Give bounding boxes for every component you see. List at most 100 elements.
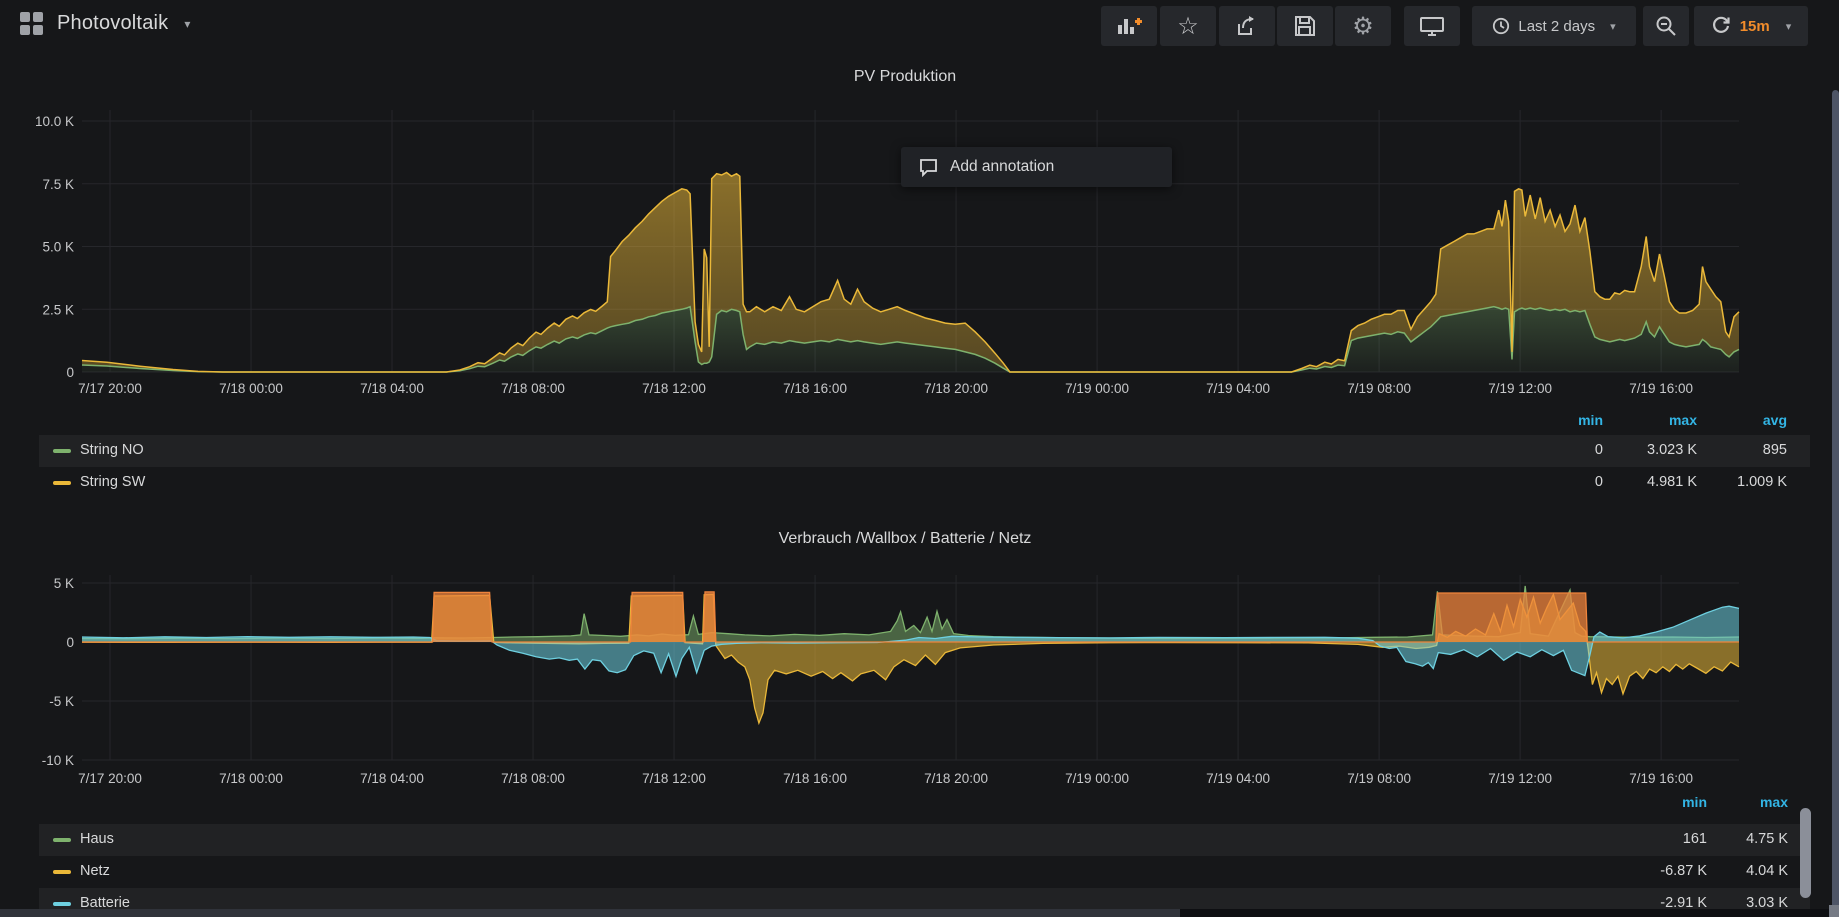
svg-text:7/18 20:00: 7/18 20:00 [924,381,988,396]
svg-text:7.5 K: 7.5 K [42,177,74,192]
svg-text:7/18 12:00: 7/18 12:00 [642,381,706,396]
legend-row-netz: Netz -6.87 K4.04 K [39,856,1810,888]
add-panel-button[interactable] [1101,6,1157,46]
svg-text:7/18 08:00: 7/18 08:00 [501,381,565,396]
dashboard-scrollbar-thumb[interactable] [1800,808,1811,898]
settings-button[interactable]: ⚙ [1335,6,1391,46]
svg-text:7/18 16:00: 7/18 16:00 [783,381,847,396]
panel-title-pv-produktion[interactable]: PV Produktion [0,68,1810,86]
series-color-dash[interactable] [53,481,71,485]
clock-icon [1492,17,1510,35]
series-color-dash[interactable] [53,449,71,453]
share-icon [1235,15,1259,37]
legend-row-string-sw: String SW 04.981 K1.009 K [39,467,1810,499]
svg-text:7/19 12:00: 7/19 12:00 [1488,771,1552,786]
stat-avg: 895 [1697,442,1787,458]
svg-text:10.0 K: 10.0 K [35,114,74,129]
svg-text:7/18 12:00: 7/18 12:00 [642,771,706,786]
grafana-dashboard: Photovoltaik ▾ ☆ [0,0,1839,917]
svg-text:7/18 00:00: 7/18 00:00 [219,381,283,396]
series-label[interactable]: String NO [80,442,144,458]
stat-max: 4.981 K [1607,474,1697,490]
cycle-view-button[interactable] [1404,6,1460,46]
stat-min: 0 [1513,442,1603,458]
time-picker-button[interactable]: Last 2 days ▾ [1472,6,1636,46]
save-icon [1294,15,1316,37]
horizontal-scrollbar-track[interactable] [0,909,1839,917]
svg-text:7/18 20:00: 7/18 20:00 [924,771,988,786]
svg-text:-5 K: -5 K [49,694,74,709]
stat-avg: 1.009 K [1697,474,1787,490]
series-label[interactable]: Haus [80,831,114,847]
legend-row-haus: Haus 1614.75 K [39,824,1810,856]
svg-text:7/18 08:00: 7/18 08:00 [501,771,565,786]
dashboard-title[interactable]: Photovoltaik [57,12,168,35]
refresh-interval-label: 15m [1740,18,1770,35]
series-color-dash[interactable] [53,838,71,842]
refresh-button[interactable]: 15m ▾ [1694,6,1808,46]
refresh-icon [1711,16,1731,36]
stat-max: 3.023 K [1607,442,1697,458]
svg-text:7/19 04:00: 7/19 04:00 [1206,771,1270,786]
legend-column-avg[interactable]: avg [1697,412,1787,428]
dashboard-title-caret-icon[interactable]: ▾ [184,17,190,31]
refresh-caret-icon[interactable]: ▾ [1786,20,1792,33]
svg-text:7/19 16:00: 7/19 16:00 [1629,771,1693,786]
add-panel-icon [1116,15,1142,37]
series-label[interactable]: String SW [80,474,145,490]
add-annotation-menu-item[interactable]: Add annotation [901,147,1172,187]
svg-text:7/19 08:00: 7/19 08:00 [1347,381,1411,396]
svg-text:7/17 20:00: 7/17 20:00 [78,771,142,786]
star-button[interactable]: ☆ [1160,6,1216,46]
save-button[interactable] [1277,6,1333,46]
time-picker-caret-icon: ▾ [1610,20,1616,33]
svg-text:7/19 12:00: 7/19 12:00 [1488,381,1552,396]
scrollbar-corner [1829,905,1839,917]
panel-title-verbrauch[interactable]: Verbrauch /Wallbox / Batterie / Netz [0,530,1810,548]
stat-min: 161 [1617,831,1707,847]
svg-text:7/19 04:00: 7/19 04:00 [1206,381,1270,396]
legend-row-string-no: String NO 03.023 K895 [39,435,1810,467]
stat-min: 0 [1513,474,1603,490]
zoom-out-icon [1655,15,1677,37]
horizontal-scrollbar-thumb[interactable] [0,909,1180,917]
svg-text:0: 0 [66,365,74,380]
vertical-scrollbar-thumb[interactable] [1832,90,1839,917]
gear-icon: ⚙ [1352,12,1374,41]
svg-text:5.0 K: 5.0 K [42,240,74,255]
svg-text:7/19 16:00: 7/19 16:00 [1629,381,1693,396]
navbar: Photovoltaik ▾ ☆ [0,0,1839,54]
add-annotation-label: Add annotation [950,158,1054,176]
svg-text:7/19 08:00: 7/19 08:00 [1347,771,1411,786]
svg-text:7/18 00:00: 7/18 00:00 [219,771,283,786]
svg-text:0: 0 [66,635,74,650]
svg-text:7/18 16:00: 7/18 16:00 [783,771,847,786]
pv-produktion-chart[interactable]: 10.0 K 7.5 K 5.0 K 2.5 K 0 7/17 20:00 7/18 00:… [0,95,1810,400]
svg-text:7/18 04:00: 7/18 04:00 [360,771,424,786]
verbrauch-chart[interactable]: 5 K 0 -5 K -10 K 7/17 20:00 7/18 00:00 7/18 04… [0,565,1810,790]
legend-column-max[interactable]: max [1698,794,1788,810]
zoom-out-button[interactable] [1643,6,1689,46]
legend-column-max[interactable]: max [1607,412,1697,428]
svg-text:2.5 K: 2.5 K [42,302,74,317]
svg-text:7/19 00:00: 7/19 00:00 [1065,381,1129,396]
svg-text:7/17 20:00: 7/17 20:00 [78,381,142,396]
svg-text:-10 K: -10 K [42,753,74,768]
stat-max: 4.04 K [1698,863,1788,879]
share-button[interactable] [1219,6,1275,46]
stat-min: -6.87 K [1617,863,1707,879]
stat-max: 4.75 K [1698,831,1788,847]
comment-bubble-icon [919,158,938,177]
series-color-dash[interactable] [53,870,71,874]
star-icon: ☆ [1177,12,1199,41]
svg-text:5 K: 5 K [54,576,74,591]
monitor-icon [1419,15,1445,37]
series-label[interactable]: Netz [80,863,110,879]
dashboards-grid-icon[interactable] [20,12,43,35]
time-range-label: Last 2 days [1518,18,1595,35]
series-color-dash[interactable] [53,902,71,906]
svg-text:7/19 00:00: 7/19 00:00 [1065,771,1129,786]
legend-column-min[interactable]: min [1617,794,1707,810]
svg-text:7/18 04:00: 7/18 04:00 [360,381,424,396]
legend-column-min[interactable]: min [1513,412,1603,428]
